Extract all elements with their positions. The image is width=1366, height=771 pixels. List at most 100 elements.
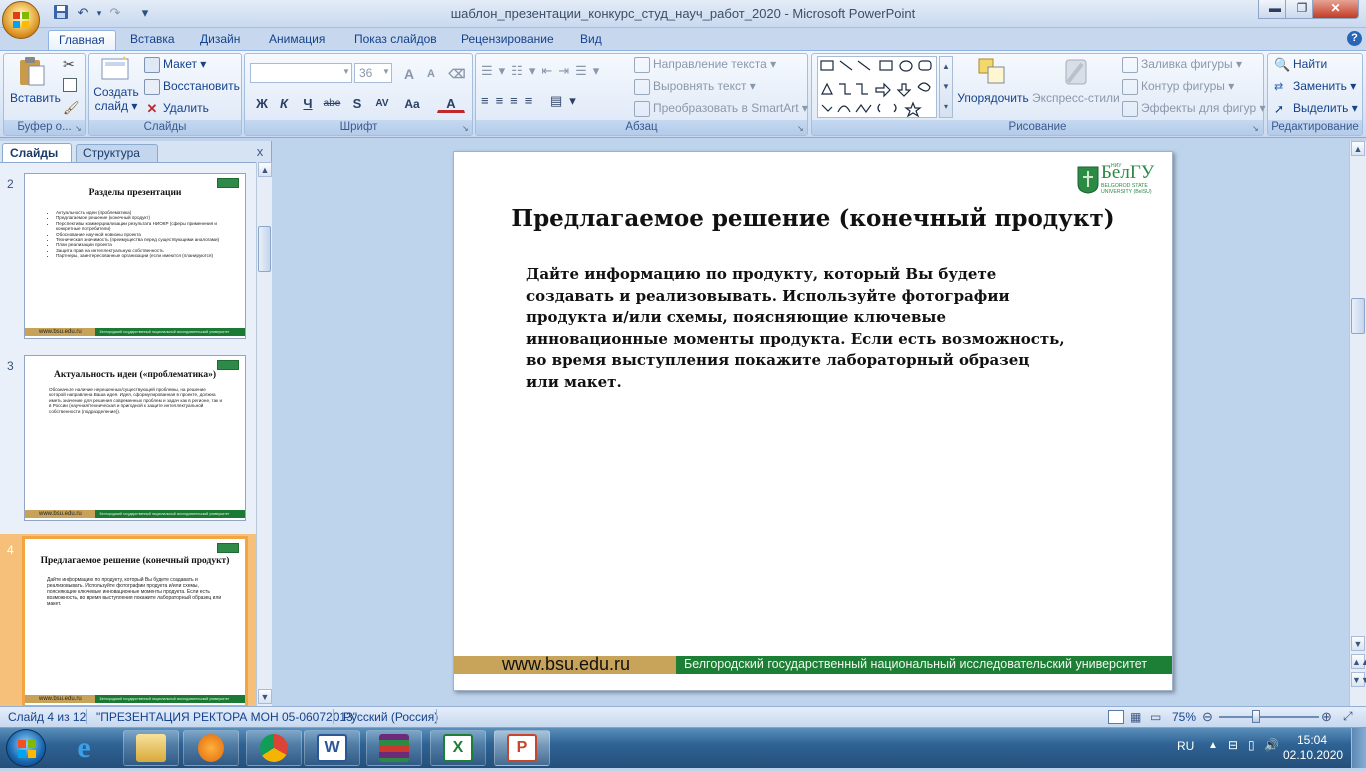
font-color-button[interactable]: A (437, 93, 465, 113)
zoom-in-icon[interactable]: ⊕ (1321, 709, 1332, 725)
taskbar-explorer[interactable] (123, 730, 179, 766)
shape-outline-button[interactable]: Контур фигуры ▾ (1122, 79, 1234, 95)
taskbar-powerpoint[interactable]: P (494, 730, 550, 766)
underline-button[interactable]: Ч (297, 93, 319, 113)
shapes-gallery-scroll[interactable]: ▲ ▼ ▾ (939, 56, 953, 118)
tab-slides[interactable]: Слайды (2, 143, 72, 162)
thumbnail-list[interactable]: 2 Разделы презентации Актуальность идеи … (0, 162, 256, 706)
select-button[interactable]: ➚ Выделить ▾ (1274, 101, 1358, 117)
panel-close-icon[interactable]: x (253, 145, 267, 159)
clear-format-button[interactable]: ⌫ (446, 63, 468, 83)
list-buttons[interactable]: ☰▾☷▾⇤⇥☰▾ (481, 63, 629, 83)
taskbar-word[interactable]: W (304, 730, 360, 766)
paragraph-launcher-icon[interactable]: ↘ (797, 124, 804, 133)
tray-expand-icon[interactable]: ▲ (1208, 740, 1218, 751)
shapes-gallery[interactable] (817, 56, 937, 118)
format-painter-icon[interactable]: 🖌 (63, 100, 80, 116)
sorter-view-icon[interactable]: ▦ (1130, 710, 1141, 724)
slideshow-view-icon[interactable]: ▭ (1150, 710, 1161, 724)
taskbar-excel[interactable]: X (430, 730, 486, 766)
tab-design[interactable]: Дизайн (190, 30, 250, 50)
grow-font-button[interactable]: A (398, 63, 420, 83)
align-buttons[interactable]: ≡≡≡≡ ▤▾ (481, 93, 629, 113)
show-desktop-button[interactable] (1351, 728, 1366, 768)
tray-language[interactable]: RU (1177, 739, 1194, 753)
language-indicator[interactable]: Русский (Россия) (343, 710, 438, 724)
bold-button[interactable]: Ж (251, 93, 273, 113)
shadow-button[interactable]: S (346, 93, 368, 113)
scroll-up-icon[interactable]: ▲ (1351, 141, 1365, 156)
slide-thumbnail-3[interactable]: Актуальность идеи («проблематика») Обозн… (24, 355, 246, 521)
normal-view-icon[interactable] (1108, 710, 1124, 724)
next-slide-icon[interactable]: ▼▼ (1351, 672, 1366, 687)
font-size-dropdown-icon[interactable]: ▼ (382, 67, 390, 76)
paste-button[interactable]: Вставить (10, 56, 61, 120)
tab-outline[interactable]: Структура (76, 144, 158, 162)
help-icon[interactable]: ? (1347, 31, 1362, 46)
zoom-slider-handle[interactable] (1252, 710, 1260, 723)
scroll-down-icon[interactable]: ▼ (1351, 636, 1365, 651)
drawing-launcher-icon[interactable]: ↘ (1252, 124, 1259, 133)
taskbar-media-player[interactable] (183, 730, 239, 766)
text-direction-button[interactable]: Направление текста ▾ (634, 57, 776, 73)
thumbnail-scrollbar[interactable]: ▲ ▼ (256, 162, 272, 706)
tray-icon[interactable]: ▯ (1248, 738, 1255, 752)
strikethrough-button[interactable]: abe (321, 93, 343, 113)
scroll-thumb[interactable] (258, 226, 271, 272)
clock[interactable]: 15:04 02.10.2020 (1283, 733, 1343, 763)
tab-view[interactable]: Вид (570, 30, 612, 50)
arrange-button[interactable]: Упорядочить (957, 56, 1029, 118)
theme-name[interactable]: "ПРЕЗЕНТАЦИЯ РЕКТОРА МОН 05-06072013" (96, 710, 357, 724)
copy-icon[interactable] (63, 78, 77, 92)
zoom-level[interactable]: 75% (1172, 710, 1196, 724)
delete-slide-button[interactable]: ✕ Удалить (144, 101, 209, 117)
office-button[interactable] (2, 1, 40, 39)
start-button[interactable] (6, 729, 46, 767)
network-icon[interactable]: ⊟ (1228, 738, 1238, 752)
tab-slideshow[interactable]: Показ слайдов (344, 30, 447, 50)
volume-icon[interactable]: 🔊 (1264, 738, 1279, 752)
ie-icon[interactable]: e (64, 732, 104, 766)
zoom-slider[interactable] (1219, 716, 1319, 718)
prev-slide-icon[interactable]: ▲▲ (1351, 654, 1366, 669)
font-name-dropdown-icon[interactable]: ▼ (342, 67, 350, 76)
char-spacing-button[interactable]: AV (369, 93, 395, 113)
smartart-label: Преобразовать в SmartArt ▾ (653, 101, 808, 116)
shape-fill-button[interactable]: Заливка фигуры ▾ (1122, 57, 1242, 73)
italic-button[interactable]: К (273, 93, 295, 113)
reset-button[interactable]: Восстановить (144, 79, 240, 95)
clipboard-launcher-icon[interactable]: ↘ (75, 124, 82, 133)
tab-review[interactable]: Рецензирование (451, 30, 564, 50)
align-text-button[interactable]: Выровнять текст ▾ (634, 79, 756, 95)
tab-home[interactable]: Главная (48, 30, 116, 50)
slide-thumbnail-4[interactable]: Предлагаемое решение (конечный продукт) … (22, 536, 248, 706)
quick-styles-button[interactable]: Экспресс-стили (1032, 56, 1120, 118)
scroll-thumb[interactable] (1351, 298, 1365, 334)
new-slide-button[interactable]: Создать слайд ▾ (93, 56, 139, 122)
zoom-out-icon[interactable]: ⊖ (1202, 709, 1213, 725)
cut-icon[interactable]: ✂ (63, 56, 75, 73)
change-case-button[interactable]: Aa (399, 93, 425, 113)
taskbar-chrome[interactable] (246, 730, 302, 766)
smartart-button[interactable]: Преобразовать в SmartArt ▾ (634, 101, 808, 117)
scroll-down-icon[interactable]: ▼ (258, 689, 272, 704)
find-button[interactable]: 🔍 Найти (1274, 57, 1327, 73)
font-launcher-icon[interactable]: ↘ (462, 124, 469, 133)
font-name-combo[interactable] (250, 63, 352, 83)
shape-effects-button[interactable]: Эффекты для фигур ▾ (1122, 101, 1266, 117)
shrink-font-button[interactable]: A (420, 63, 442, 83)
editor-scrollbar[interactable]: ▲ ▼ ▲▲ ▼▼ (1349, 141, 1366, 706)
layout-button[interactable]: Макет ▾ (144, 57, 206, 73)
slide-thumbnail-2[interactable]: Разделы презентации Актуальность идеи (п… (24, 173, 246, 339)
tab-animation[interactable]: Анимация (259, 30, 335, 50)
replace-button[interactable]: ⇄ Заменить ▾ (1274, 79, 1356, 95)
tab-insert[interactable]: Вставка (120, 30, 185, 50)
close-button[interactable]: ✕ (1312, 0, 1359, 19)
slide-title[interactable]: Предлагаемое решение (конечный продукт) (454, 205, 1172, 232)
taskbar-winrar[interactable] (366, 730, 422, 766)
slide-body-text[interactable]: Дайте информацию по продукту, который Вы… (526, 264, 1066, 393)
scroll-up-icon[interactable]: ▲ (258, 162, 272, 177)
text-direction-icon (634, 57, 650, 73)
fit-to-window-icon[interactable]: ⤢ (1343, 709, 1353, 724)
current-slide[interactable]: БелГУ НИУ BELGOROD STATE UNIVERSITY (BelS… (453, 151, 1173, 691)
